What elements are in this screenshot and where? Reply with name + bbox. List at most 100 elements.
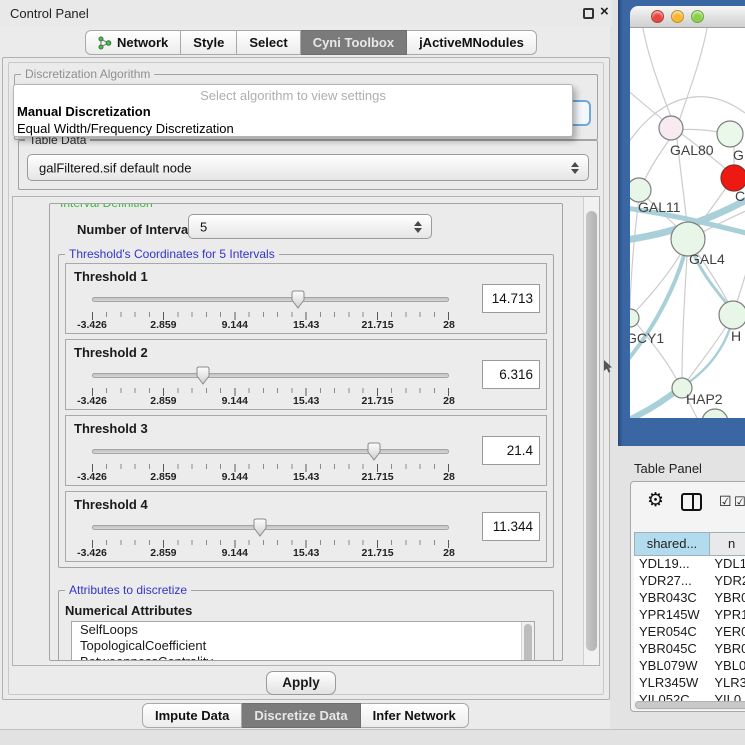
cell[interactable]: YIL0 [709,692,745,701]
viewport-scrollbar-thumb[interactable] [586,211,597,651]
table-row[interactable]: YER054CYER0 [634,624,745,641]
table-row[interactable]: YPR145WYPR1 [634,607,745,624]
panel-title: Control Panel [10,6,89,21]
tab-impute-data[interactable]: Impute Data [142,703,242,728]
tab-discretize-data[interactable]: Discretize Data [242,703,360,728]
slider-thumb[interactable] [252,518,267,537]
cell[interactable]: YLR345W [634,675,709,692]
threshold-value-field[interactable] [482,436,540,465]
cell[interactable]: YLR3 [709,675,745,692]
column-header-name[interactable]: n [710,532,745,556]
combo-spinner-icon [414,221,422,233]
tab-infer-network[interactable]: Infer Network [361,703,469,728]
checkbox-icon-2[interactable]: ☑ [734,494,745,510]
mac-close-button[interactable] [651,10,664,23]
tab-network[interactable]: Network [85,30,181,55]
algorithm-popup-hint: Select algorithm to view settings [14,88,572,103]
list-scrollbar-thumb[interactable] [524,624,532,661]
threshold-value-field[interactable] [482,360,540,389]
table-data-group: Table Data galFiltered.sif default node [18,140,598,190]
cell[interactable]: YER0 [709,624,745,641]
node-top-right [717,121,743,147]
table-row[interactable]: YDL19...YDL1 [634,556,745,573]
close-icon[interactable]: × [600,3,609,20]
slider-track[interactable] [92,297,449,302]
algorithm-option-equal-width[interactable]: Equal Width/Frequency Discretization [17,121,234,136]
threshold-value-field[interactable] [482,284,540,313]
table-row[interactable]: YBR043CYBR0 [634,590,745,607]
mac-minimize-button[interactable] [671,10,684,23]
cell[interactable]: YBR045C [634,641,709,658]
cell[interactable]: YIL052C [634,692,709,701]
threshold-value-field[interactable] [482,512,540,541]
threshold-2-slider[interactable] [92,366,449,386]
threshold-1-slider[interactable] [92,290,449,310]
slider-track[interactable] [92,449,449,454]
table-row[interactable]: YDR27...YDR2 [634,573,745,590]
screenshot-root: GAL80 GAL11 GAL4 GCY1 HAP2 G C H Table P… [0,0,745,745]
threshold-label: Threshold 1 [74,269,148,284]
column-header-shared-name[interactable]: shared... [634,532,710,556]
number-of-intervals-value: 5 [200,219,207,234]
network-window-titlebar[interactable] [630,6,745,28]
network-canvas[interactable]: GAL80 GAL11 GAL4 GCY1 HAP2 G C H [630,28,745,418]
slider-thumb[interactable] [291,290,306,309]
cell[interactable]: YPR1 [709,607,745,624]
tab-select[interactable]: Select [237,30,300,55]
list-item[interactable]: TopologicalCoefficient [72,638,534,654]
slider-thumb[interactable] [367,442,382,461]
list-item[interactable]: SelfLoops [72,622,534,638]
threshold-4-slider[interactable] [92,518,449,538]
cell[interactable]: YBL079W [634,658,709,675]
cell[interactable]: YDL19... [634,556,709,573]
cell[interactable]: YBR043C [634,590,709,607]
threshold-3-slider[interactable] [92,442,449,462]
float-window-icon[interactable] [583,8,594,19]
slider-thumb[interactable] [195,366,210,385]
table-row[interactable]: YLR345WYLR3 [634,675,745,692]
horizontal-scrollbar-thumb[interactable] [635,701,745,709]
mac-zoom-button[interactable] [691,10,704,23]
interval-definition-title: Interval Definition [56,203,157,210]
node-right-low [719,301,745,329]
tab-cyni-toolbox[interactable]: Cyni Toolbox [301,30,407,55]
tab-label: jActiveMNodules [419,35,524,50]
network-graph: GAL80 GAL11 GAL4 GCY1 HAP2 G C H [630,28,745,418]
cell[interactable]: YER054C [634,624,709,641]
table-data-combobox[interactable]: galFiltered.sif default node [27,154,589,181]
numerical-attributes-list[interactable]: SelfLoops TopologicalCoefficient Between… [71,621,535,661]
split-columns-icon[interactable] [681,493,702,511]
slider-scale-labels: -3.4262.859 9.14415.43 21.71528 [92,319,449,332]
label-hap2: HAP2 [686,391,723,407]
label-partial-top: G [733,147,744,163]
cell[interactable]: YDL1 [709,556,745,573]
table-panel: ⚙ ☑ ☑ shared... n YDL19...YDL1 YDR27...Y… [630,481,745,712]
number-of-intervals-combobox[interactable]: 5 [188,214,432,239]
list-item[interactable]: BetweennessCentrality [72,654,534,661]
cell[interactable]: YBL0 [709,658,745,675]
thresholds-group-title: Threshold's Coordinates for 5 Intervals [65,247,279,261]
algorithm-dropdown-popup: Select algorithm to view settings Manual… [13,84,573,137]
attributes-group: Attributes to discretize Numerical Attri… [58,590,554,661]
slider-track[interactable] [92,525,449,530]
slider-track[interactable] [92,373,449,378]
table-row[interactable]: YBR045CYBR0 [634,641,745,658]
cell[interactable]: YDR2 [709,573,745,590]
horizontal-scrollbar[interactable] [634,701,745,710]
cell[interactable]: YBR0 [709,641,745,658]
tab-label: Style [193,35,224,50]
cell[interactable]: YBR0 [709,590,745,607]
network-nodes[interactable] [630,116,745,418]
list-scrollbar[interactable] [521,622,534,661]
viewport-scrollbar[interactable] [583,197,599,665]
algorithm-option-manual[interactable]: Manual Discretization [17,104,151,119]
table-row[interactable]: YBL079WYBL0 [634,658,745,675]
checkbox-icon[interactable]: ☑ [719,493,732,510]
apply-button[interactable]: Apply [266,671,336,695]
cell[interactable]: YPR145W [634,607,709,624]
table-row[interactable]: YIL052CYIL0 [634,692,745,701]
gear-icon[interactable]: ⚙ [647,489,664,512]
cell[interactable]: YDR27... [634,573,709,590]
tab-jactivemnodules[interactable]: jActiveMNodules [407,30,537,55]
tab-style[interactable]: Style [181,30,237,55]
